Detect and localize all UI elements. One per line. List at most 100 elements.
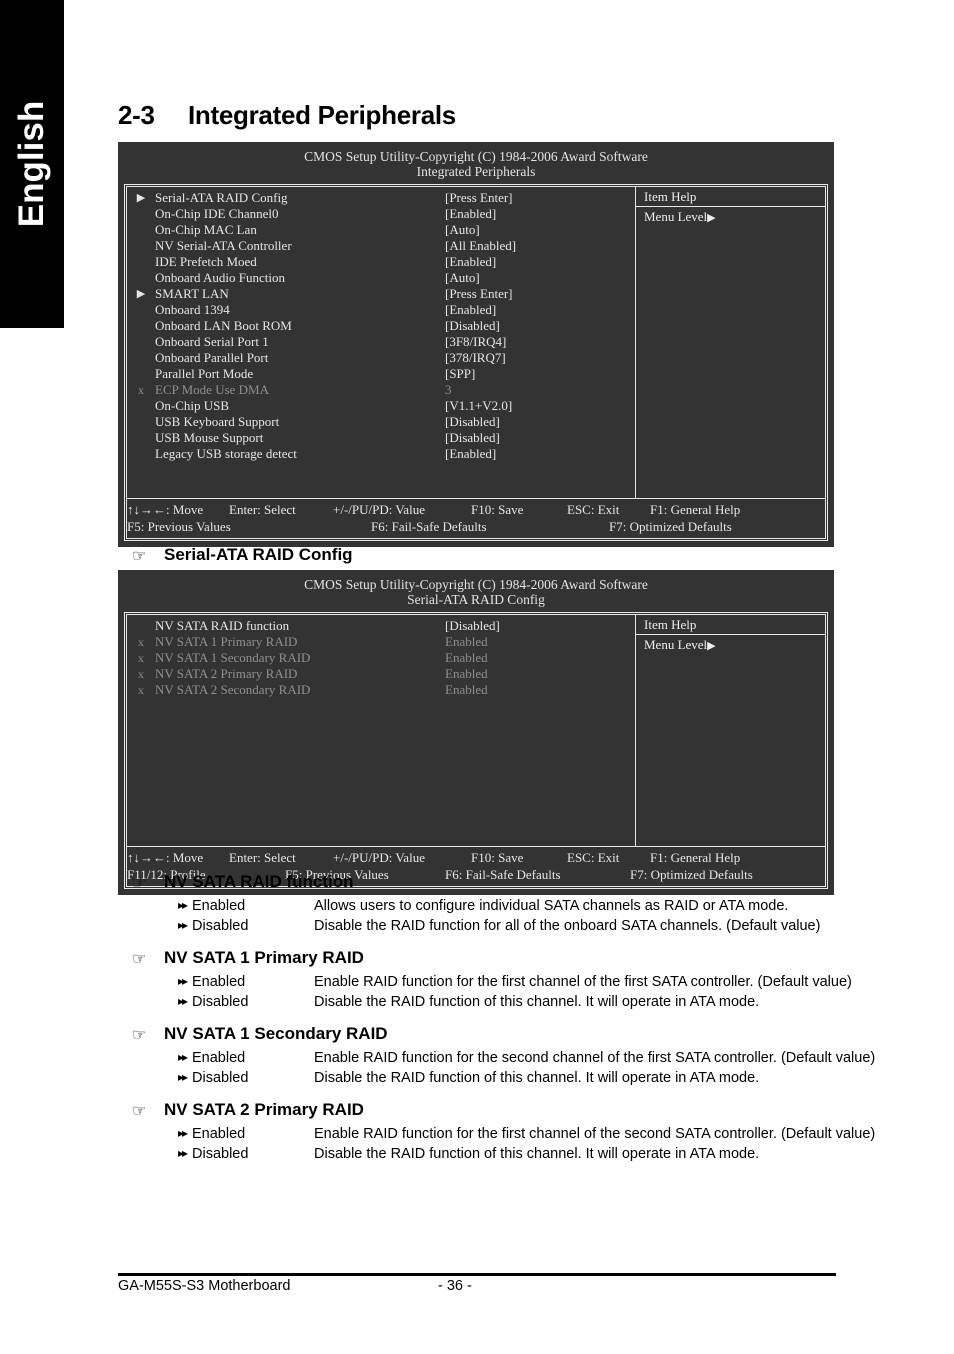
- bios1-footer-row-1: ↑↓→←: Move Enter: Select +/-/PU/PD: Value F…: [127, 501, 825, 518]
- bios-screen-integrated-peripherals: CMOS Setup Utility-Copyright (C) 1984-20…: [118, 142, 834, 547]
- bios-row-value[interactable]: [Enabled]: [445, 254, 635, 270]
- bios-row-value[interactable]: [Enabled]: [445, 302, 635, 318]
- bios-row-spacer: [127, 810, 635, 826]
- bios-menu-row[interactable]: NV SATA RAID function [Disabled]: [127, 618, 635, 634]
- bios-row-label: Onboard 1394: [155, 302, 230, 317]
- language-tab-label: English: [12, 100, 51, 228]
- double-arrow-bullet-icon: ▸▸: [178, 898, 188, 912]
- bios2-frame: NV SATA RAID function [Disabled] x NV SATA …: [124, 612, 828, 889]
- pointing-hand-icon: ☞: [132, 1027, 147, 1044]
- bios-menu-row[interactable]: x NV SATA 1 Secondary RAID Enabled: [127, 650, 635, 666]
- bios-row-value[interactable]: [Disabled]: [445, 414, 635, 430]
- description-option-row: ▸▸ Enabled Enable RAID function for the fi…: [132, 1126, 875, 1142]
- bios-row-label: NV Serial-ATA Controller: [155, 238, 292, 253]
- bios-row-label: Onboard Serial Port 1: [155, 334, 269, 349]
- subsection-header-serial-ata-raid-config: ☞ Serial-ATA RAID Config: [132, 545, 353, 565]
- disabled-marker-icon: x: [138, 667, 144, 681]
- bios-menu-row[interactable]: USB Mouse Support [Disabled]: [127, 430, 635, 446]
- bios-row-spacer: [127, 746, 635, 762]
- bios-row-label: SMART LAN: [155, 286, 229, 301]
- bios-row-value[interactable]: [Enabled]: [445, 206, 635, 222]
- bios-row-spacer: [127, 778, 635, 794]
- bios-menu-row[interactable]: x NV SATA 1 Primary RAID Enabled: [127, 634, 635, 650]
- description-option-row: ▸▸ Disabled Disable the RAID function of t…: [132, 994, 838, 1010]
- bios-row-value[interactable]: [Auto]: [445, 270, 635, 286]
- bios-row-value[interactable]: [SPP]: [445, 366, 635, 382]
- bios-key-hint: ESC: Exit: [567, 502, 620, 517]
- bios-menu-row[interactable]: Onboard Serial Port 1 [3F8/IRQ4]: [127, 334, 635, 350]
- bios-row-value[interactable]: [Press Enter]: [445, 190, 635, 206]
- bios2-help-text: Menu Level: [644, 637, 708, 652]
- bios-menu-row[interactable]: ▶ SMART LAN [Press Enter]: [127, 286, 635, 302]
- bios-menu-row[interactable]: Onboard Parallel Port [378/IRQ7]: [127, 350, 635, 366]
- bios-row-value[interactable]: [3F8/IRQ4]: [445, 334, 635, 350]
- bios2-footer-row-1: ↑↓→←: Move Enter: Select +/-/PU/PD: Value F…: [127, 849, 825, 866]
- bios-row-value[interactable]: [Press Enter]: [445, 286, 635, 302]
- row-marker-spacer: [127, 334, 155, 350]
- bios-menu-row[interactable]: Legacy USB storage detect [Enabled]: [127, 446, 635, 462]
- bios-menu-row[interactable]: Onboard 1394 [Enabled]: [127, 302, 635, 318]
- bios-row-value[interactable]: [V1.1+V2.0]: [445, 398, 635, 414]
- bios-row-label: Parallel Port Mode: [155, 366, 254, 381]
- footer-product-name: GA-M55S-S3 Motherboard: [118, 1278, 291, 1294]
- bios-menu-row[interactable]: x NV SATA 2 Secondary RAID Enabled: [127, 682, 635, 698]
- double-arrow-bullet-icon: ▸▸: [178, 974, 188, 988]
- bios1-titlebar: CMOS Setup Utility-Copyright (C) 1984-20…: [124, 147, 828, 179]
- description-header: ☞ NV SATA 1 Primary RAID: [132, 948, 838, 968]
- submenu-arrow-icon: ▶: [136, 288, 146, 300]
- bios-menu-row[interactable]: IDE Prefetch Moed [Enabled]: [127, 254, 635, 270]
- bios2-title-line1: CMOS Setup Utility-Copyright (C) 1984-20…: [304, 577, 648, 592]
- bios-row-label: Legacy USB storage detect: [155, 446, 297, 461]
- language-tab: English: [0, 0, 64, 328]
- bios-row-value[interactable]: 3: [445, 382, 635, 398]
- pointing-hand-icon: ☞: [132, 548, 147, 565]
- bios1-footer-row-2: F5: Previous Values F6: Fail-Safe Default…: [127, 518, 825, 535]
- subsection-title: Serial-ATA RAID Config: [164, 545, 353, 564]
- bios-menu-row[interactable]: On-Chip IDE Channel0 [Enabled]: [127, 206, 635, 222]
- row-marker-spacer: [127, 222, 155, 238]
- bios-menu-row[interactable]: USB Keyboard Support [Disabled]: [127, 414, 635, 430]
- row-marker-spacer: [127, 618, 155, 634]
- bios-menu-row[interactable]: NV Serial-ATA Controller [All Enabled]: [127, 238, 635, 254]
- bios-row-value[interactable]: Enabled: [445, 634, 635, 650]
- bios-row-label: IDE Prefetch Moed: [155, 254, 257, 269]
- bios-row-value[interactable]: Enabled: [445, 650, 635, 666]
- bios-row-label: NV SATA 1 Primary RAID: [155, 634, 298, 649]
- bios-row-value[interactable]: [Disabled]: [445, 618, 635, 634]
- bios-menu-row[interactable]: ▶ Serial-ATA RAID Config [Press Enter]: [127, 190, 635, 206]
- bios-row-value[interactable]: Enabled: [445, 666, 635, 682]
- bios-menu-row[interactable]: On-Chip MAC Lan [Auto]: [127, 222, 635, 238]
- description-option-name: Enabled: [192, 974, 246, 990]
- footer-rule: [118, 1273, 836, 1276]
- bios-key-hint: ESC: Exit: [567, 850, 620, 865]
- row-marker-spacer: [127, 414, 155, 430]
- bios-row-label: NV SATA 2 Secondary RAID: [155, 682, 311, 697]
- description-option-text: Disable the RAID function of this channe…: [314, 1070, 760, 1086]
- bios-row-value[interactable]: [Enabled]: [445, 446, 635, 462]
- row-marker-spacer: [127, 430, 155, 446]
- bios-menu-row[interactable]: x ECP Mode Use DMA 3: [127, 382, 635, 398]
- bios-row-value[interactable]: Enabled: [445, 682, 635, 698]
- bios-row-label: Onboard Parallel Port: [155, 350, 269, 365]
- bios-row-value[interactable]: [All Enabled]: [445, 238, 635, 254]
- bios-menu-row[interactable]: Onboard LAN Boot ROM [Disabled]: [127, 318, 635, 334]
- bios-key-hint: F10: Save: [471, 850, 524, 865]
- description-option-name: Enabled: [192, 898, 246, 914]
- bios-row-value[interactable]: [Auto]: [445, 222, 635, 238]
- description-option-row: ▸▸ Disabled Disable the RAID function of t…: [132, 1070, 838, 1086]
- bios-row-value[interactable]: [Disabled]: [445, 318, 635, 334]
- description-option-name: Disabled: [192, 918, 249, 934]
- row-marker-spacer: [127, 318, 155, 334]
- bios-menu-row[interactable]: On-Chip USB [V1.1+V2.0]: [127, 398, 635, 414]
- bios-menu-row[interactable]: x NV SATA 2 Primary RAID Enabled: [127, 666, 635, 682]
- double-arrow-bullet-icon: ▸▸: [178, 1070, 188, 1084]
- bios2-item-list: NV SATA RAID function [Disabled] x NV SATA …: [127, 615, 635, 846]
- bios-menu-row[interactable]: Parallel Port Mode [SPP]: [127, 366, 635, 382]
- bios-row-label: On-Chip MAC Lan: [155, 222, 257, 237]
- description-header: ☞ NV SATA 1 Secondary RAID: [132, 1024, 838, 1044]
- section-title-text: Integrated Peripherals: [188, 100, 456, 130]
- bios-row-value[interactable]: [Disabled]: [445, 430, 635, 446]
- bios-menu-row[interactable]: Onboard Audio Function [Auto]: [127, 270, 635, 286]
- bios-row-value[interactable]: [378/IRQ7]: [445, 350, 635, 366]
- description-list: ☞ NV SATA RAID function ▸▸ Enabled Allows us…: [132, 872, 875, 1162]
